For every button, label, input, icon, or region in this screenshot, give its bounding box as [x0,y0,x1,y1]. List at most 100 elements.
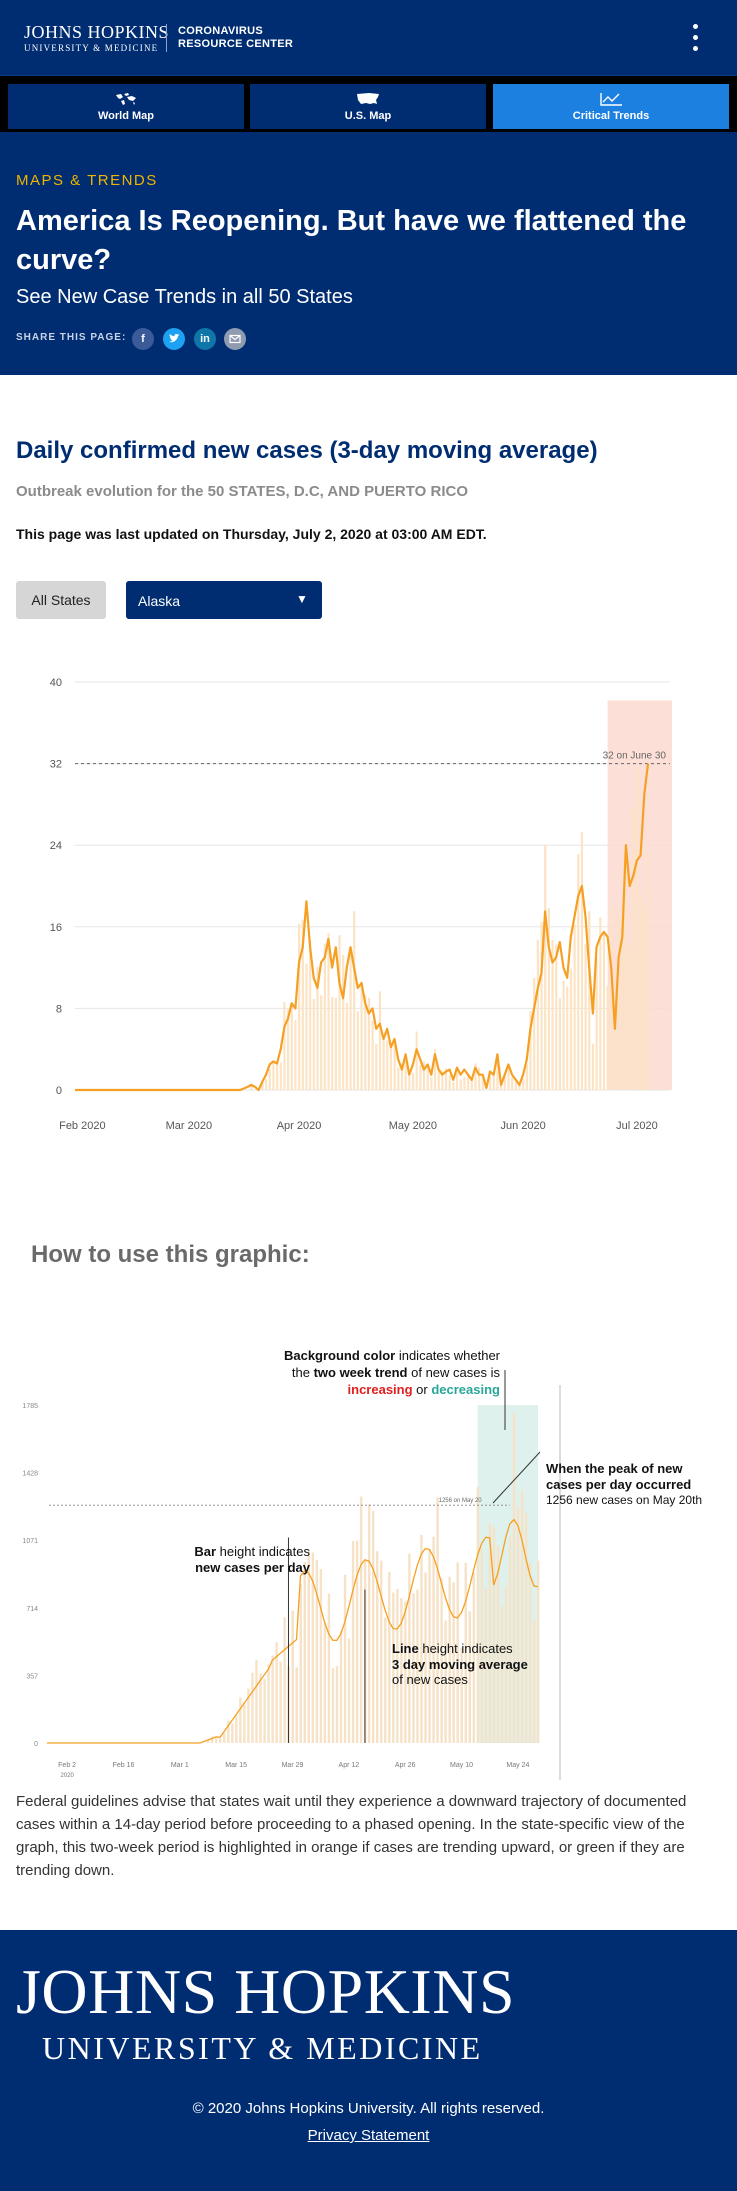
y-tick-label: 8 [56,1003,62,1015]
daily-bar [342,954,345,1090]
daily-bar [555,944,558,1090]
example-daily-bar [307,1550,310,1743]
daily-bar [478,1067,481,1090]
resource-center-link[interactable]: CORONAVIRUS RESOURCE CENTER [178,25,293,51]
line-annotation-line1: Line height indicates [392,1641,513,1656]
daily-bar [375,1043,378,1090]
bar-annotation-bold: Bar [194,1544,216,1559]
daily-bar [276,1062,279,1090]
example-daily-bar [420,1534,423,1743]
example-daily-bar [271,1655,274,1743]
example-daily-bar [508,1535,512,1743]
example-daily-bar [380,1560,383,1743]
daily-bar [312,998,315,1090]
example-daily-bar [223,1732,226,1743]
daily-bar [411,1072,415,1090]
all-states-button[interactable]: All States [16,581,106,619]
daily-bar [646,848,650,1090]
site-header: JOHNS HOPKINS UNIVERSITY & MEDICINE CORO… [0,0,737,76]
facebook-icon[interactable]: f [132,328,154,350]
daily-bar [264,1079,268,1090]
bar-annotation-line2: new cases per day [195,1560,311,1575]
example-daily-bar [355,1540,359,1743]
nav-critical-trends[interactable]: Critical Trends [493,84,729,129]
daily-bar [338,935,341,1090]
example-daily-bar [279,1661,282,1743]
daily-bar [514,1081,517,1090]
daily-bar [536,939,539,1090]
privacy-link[interactable]: Privacy Statement [0,2127,737,2144]
footer-logo-line1: JOHNS HOPKINS [16,1956,516,2027]
share-label: SHARE THIS PAGE: [16,332,127,343]
example-daily-bar [476,1487,480,1743]
us-map-icon [357,93,379,104]
state-select[interactable]: Alaska ▼ [126,581,322,619]
daily-bar [639,893,642,1090]
daily-bar [588,911,591,1090]
line-annotation-line3: of new cases [392,1672,468,1687]
email-icon[interactable] [224,328,246,350]
daily-bar [320,995,323,1090]
example-daily-bar [315,1559,319,1743]
example-x-tick-label: Apr 12 [339,1762,360,1769]
example-daily-bar [524,1513,528,1743]
daily-bar [331,997,334,1090]
example-chart-svg: 0 357 714 1071 1428 1785 1256 on May 20 Feb 2 Fe… [22,1348,702,1780]
daily-bar [606,985,609,1090]
nav-us-map[interactable]: U.S. Map [250,84,486,129]
example-daily-bar [215,1737,218,1743]
background-annotation-text2: of new cases is [408,1365,501,1380]
x-tick-label: May 2020 [389,1120,437,1132]
x-tick-label: Apr 2020 [277,1120,322,1132]
example-daily-bar [267,1664,270,1743]
state-chart: 0 8 16 24 32 40 32 on June 30 Feb 2020 Mar 2020 A… [0,660,737,1140]
example-daily-bar [371,1511,375,1743]
line-annotation-bold: Line [392,1641,419,1656]
example-daily-bar [359,1496,363,1743]
background-annotation-text: indicates whether [395,1348,500,1363]
how-to-title: How to use this graphic: [31,1241,310,1268]
daily-bar [632,808,635,1090]
daily-bar [408,1075,411,1090]
daily-bar [272,1061,275,1090]
linkedin-icon[interactable]: in [194,328,216,350]
daily-bar [415,1031,418,1090]
example-y-tick-label: 1071 [22,1538,38,1545]
background-annotation-line3: increasing or decreasing [348,1382,501,1397]
example-y-tick-label: 714 [26,1606,38,1613]
daily-bar [283,1002,286,1090]
daily-bar [419,1065,422,1090]
example-daily-bar [528,1562,532,1743]
daily-bar [452,1081,455,1090]
daily-bar [294,1020,297,1090]
example-daily-bar [500,1606,504,1743]
last-updated: This page was last updated on Thursday, … [16,526,487,542]
daily-bar [378,991,382,1090]
envelope-icon [229,334,241,344]
example-daily-bar [436,1497,439,1743]
daily-bar [393,1044,396,1090]
example-daily-bar [331,1667,335,1743]
footer-logo[interactable]: JOHNS HOPKINS UNIVERSITY & MEDICINE [16,1956,516,2067]
nav-world-map[interactable]: World Map [8,84,244,129]
daily-bar [448,1075,451,1090]
daily-bar [382,1038,385,1090]
jhu-logo[interactable]: JOHNS HOPKINS UNIVERSITY & MEDICINE [24,22,169,54]
example-daily-bar [259,1673,262,1743]
example-x-tick-label: Feb 16 [113,1762,135,1769]
example-daily-bar [347,1638,351,1743]
twitter-icon[interactable] [163,328,185,350]
daily-bar [386,1040,389,1090]
background-annotation-text: the [292,1365,314,1380]
section-title: Daily confirmed new cases (3-day moving … [16,437,598,464]
daily-bar [573,924,576,1090]
example-daily-bar [537,1560,540,1743]
daily-bar [522,1079,525,1090]
peak-annotation-line2: cases per day occurred [546,1477,691,1492]
kebab-icon[interactable] [690,24,702,52]
peak-annotation-line1: When the peak of new [546,1461,683,1476]
daily-bar [371,1020,374,1090]
line-annotation-text: height indicates [419,1641,513,1656]
example-y-tick-label: 1428 [22,1471,38,1478]
guidelines-text: Federal guidelines advise that states wa… [16,1793,687,1879]
